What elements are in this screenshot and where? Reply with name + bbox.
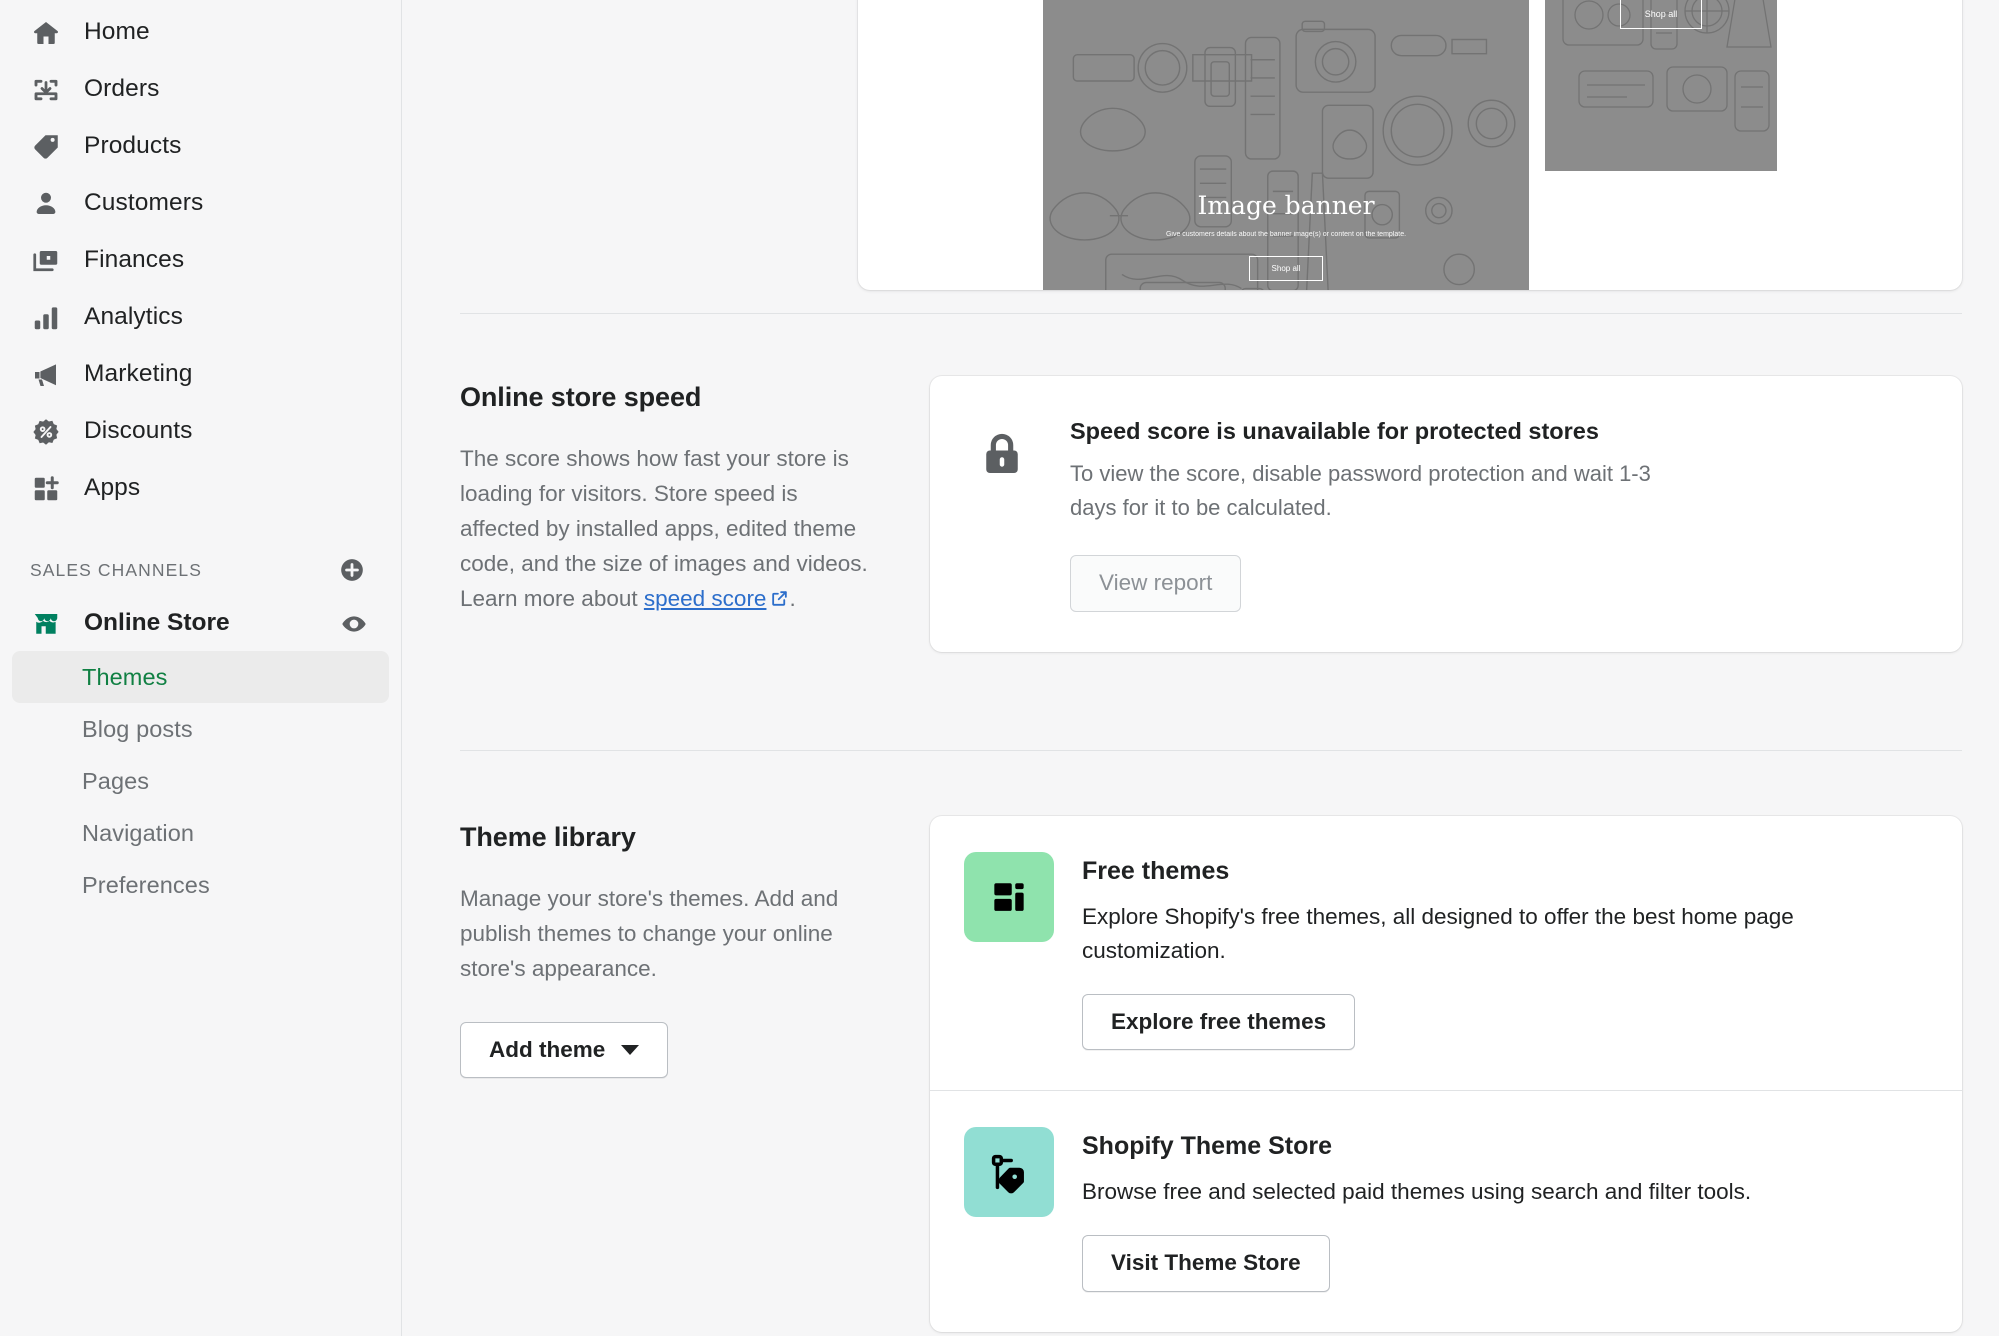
free-themes-body: Free themes Explore Shopify's free theme… (1082, 852, 1922, 1051)
sidebar-item-pages[interactable]: Pages (12, 755, 389, 807)
sidebar-item-home[interactable]: Home (12, 4, 389, 61)
plus-circle-icon[interactable] (339, 557, 365, 583)
theme-store-tag-icon (964, 1127, 1054, 1217)
marketing-megaphone-icon (30, 359, 62, 391)
sidebar-item-products[interactable]: Products (12, 118, 389, 175)
mobile-banner-shop-all-button[interactable]: Shop all (1620, 0, 1703, 29)
apps-grid-plus-icon (30, 473, 62, 505)
visit-theme-store-button[interactable]: Visit Theme Store (1082, 1235, 1330, 1292)
theme-library-text: Theme library Manage your store's themes… (460, 816, 930, 1079)
online-store-label: Online Store (84, 611, 319, 636)
free-themes-title: Free themes (1082, 857, 1922, 886)
orders-icon (30, 74, 62, 106)
sidebar-item-themes[interactable]: Themes (12, 651, 389, 703)
desktop-banner-subtitle: Give customers details about the banner … (1166, 228, 1406, 241)
desktop-preview[interactable]: Image banner Give customers details abou… (1043, 0, 1529, 290)
speed-card-subtitle: To view the score, disable password prot… (1070, 457, 1670, 525)
speed-score-link[interactable]: speed score (644, 586, 767, 611)
sidebar-item-label: Orders (84, 77, 159, 102)
sidebar-item-finances[interactable]: Finances (12, 232, 389, 289)
eye-icon[interactable] (341, 611, 367, 637)
page-section-title: Online store speed (460, 382, 870, 413)
main-content: Image banner Give customers details abou… (402, 0, 1999, 1336)
sidebar-item-label: Analytics (84, 305, 183, 330)
speed-card-body: Speed score is unavailable for protected… (1070, 416, 1922, 612)
sidebar-item-label: Products (84, 134, 181, 159)
desktop-banner-title: Image banner (1197, 191, 1374, 220)
view-report-button-wrap: View report (1070, 555, 1922, 612)
sidebar-subitem-label: Preferences (82, 872, 210, 899)
desktop-image-banner: Image banner Give customers details abou… (1043, 0, 1529, 290)
divider-speed (460, 313, 1962, 314)
lock-icon (970, 416, 1034, 482)
external-link-icon (770, 583, 789, 618)
customers-person-icon (30, 188, 62, 220)
sidebar-item-label: Marketing (84, 362, 192, 387)
sidebar-item-blog-posts[interactable]: Blog posts (12, 703, 389, 755)
theme-store-body: Shopify Theme Store Browse free and sele… (1082, 1127, 1922, 1292)
placeholder-artwork (1043, 0, 1529, 290)
theme-store-title: Shopify Theme Store (1082, 1132, 1922, 1161)
theme-store-row: Shopify Theme Store Browse free and sele… (930, 1090, 1962, 1332)
page-section-title: Theme library (460, 822, 870, 853)
add-theme-button-wrap: Add theme (460, 1022, 870, 1079)
layout-grid-icon (964, 852, 1054, 942)
discounts-percent-icon (30, 416, 62, 448)
online-store-speed-section: Online store speed The score shows how f… (402, 376, 1999, 652)
explore-free-themes-button[interactable]: Explore free themes (1082, 994, 1355, 1051)
sidebar-subitem-label: Themes (82, 664, 168, 691)
storefront-icon (30, 608, 62, 640)
finances-bills-icon (30, 245, 62, 277)
chevron-down-icon (621, 1045, 639, 1055)
sidebar-subitem-label: Blog posts (82, 716, 193, 743)
free-themes-row: Free themes Explore Shopify's free theme… (930, 816, 1962, 1091)
sidebar-item-label: Apps (84, 476, 140, 501)
sidebar-subitem-label: Pages (82, 768, 149, 795)
divider-theme-library (460, 750, 1962, 751)
analytics-bar-chart-icon (30, 302, 62, 334)
products-tag-icon (30, 131, 62, 163)
speed-score-card: Speed score is unavailable for protected… (930, 376, 1962, 652)
sales-channels-title: SALES CHANNELS (30, 560, 202, 581)
speed-card-title: Speed score is unavailable for protected… (1070, 418, 1922, 445)
sidebar: Home Orders Products Customers Finances (0, 0, 402, 1336)
mobile-image-banner: Image banner Give customers details abou… (1545, 0, 1777, 171)
speed-section-description: The score shows how fast your store is l… (460, 441, 870, 618)
theme-library-description: Manage your store's themes. Add and publ… (460, 881, 870, 986)
theme-library-cards-col: Free themes Explore Shopify's free theme… (930, 816, 1962, 1332)
speed-section-card-col: Speed score is unavailable for protected… (930, 376, 1962, 652)
add-theme-label: Add theme (489, 1039, 605, 1062)
sidebar-item-discounts[interactable]: Discounts (12, 403, 389, 460)
sidebar-item-preferences[interactable]: Preferences (12, 859, 389, 911)
desktop-banner-shop-all-button[interactable]: Shop all (1249, 256, 1324, 281)
sidebar-item-navigation[interactable]: Navigation (12, 807, 389, 859)
theme-library-section: Theme library Manage your store's themes… (402, 816, 1999, 1332)
sidebar-item-label: Customers (84, 191, 203, 216)
sidebar-item-apps[interactable]: Apps (12, 460, 389, 517)
sidebar-item-label: Discounts (84, 419, 192, 444)
sidebar-item-online-store[interactable]: Online Store (12, 596, 389, 651)
sidebar-item-label: Home (84, 20, 150, 45)
sales-channels-header: SALES CHANNELS (12, 550, 389, 590)
shopify-admin-themes-page: Home Orders Products Customers Finances (0, 0, 1999, 1336)
add-theme-button[interactable]: Add theme (460, 1022, 668, 1079)
speed-section-text: Online store speed The score shows how f… (460, 376, 930, 618)
sidebar-item-customers[interactable]: Customers (12, 175, 389, 232)
view-report-button[interactable]: View report (1070, 555, 1241, 612)
sidebar-item-analytics[interactable]: Analytics (12, 289, 389, 346)
free-themes-description: Explore Shopify's free themes, all desig… (1082, 900, 1922, 968)
sidebar-item-orders[interactable]: Orders (12, 61, 389, 118)
home-icon (30, 17, 62, 49)
sidebar-subitem-label: Navigation (82, 820, 194, 847)
mobile-preview[interactable]: runforlife247 (1545, 0, 1777, 290)
theme-library-card: Free themes Explore Shopify's free theme… (930, 816, 1962, 1332)
theme-preview-card: Image banner Give customers details abou… (858, 0, 1962, 290)
sidebar-item-label: Finances (84, 248, 184, 273)
theme-store-description: Browse free and selected paid themes usi… (1082, 1175, 1922, 1209)
speed-desc-period: . (789, 586, 795, 611)
sidebar-item-marketing[interactable]: Marketing (12, 346, 389, 403)
